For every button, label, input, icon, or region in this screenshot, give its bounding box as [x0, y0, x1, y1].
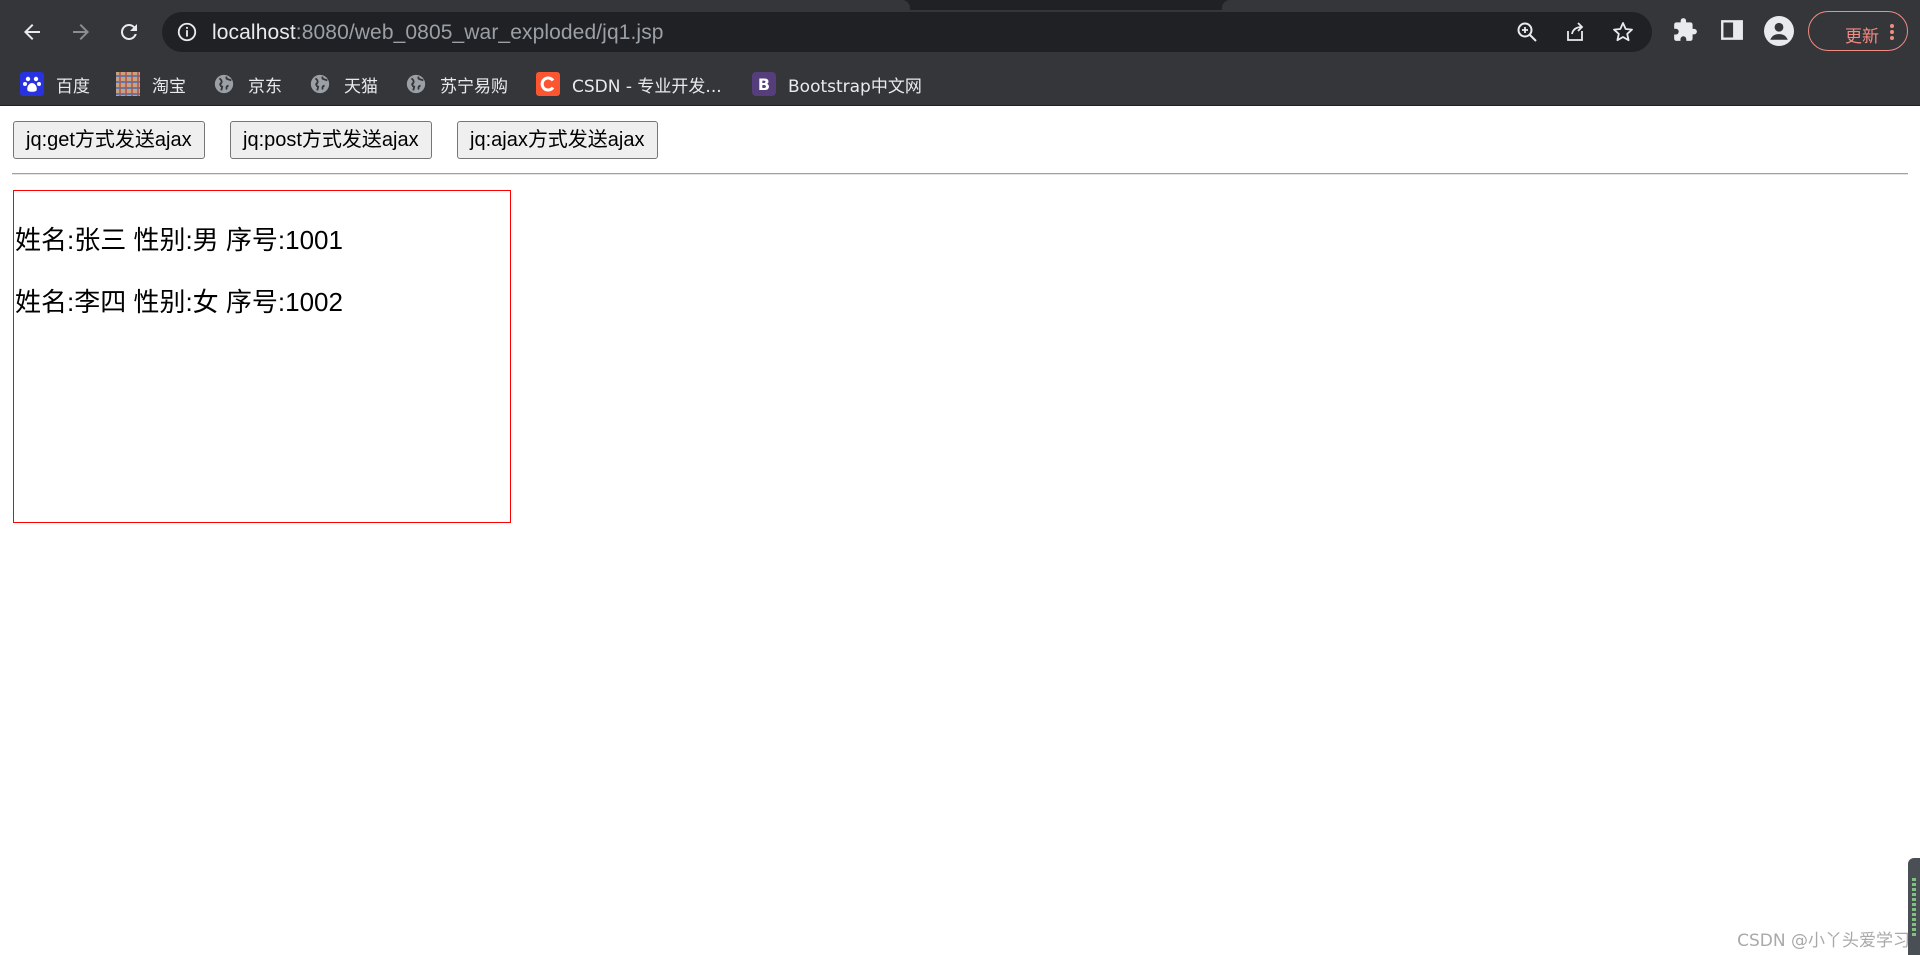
baidu-icon — [20, 72, 44, 96]
zoom-icon[interactable] — [1515, 20, 1539, 44]
bookmark-label: 淘宝 — [152, 76, 186, 97]
forward-icon — [73, 24, 89, 40]
bootstrap-icon: B — [752, 72, 776, 96]
bookmark-suning[interactable]: 苏宁易购 — [404, 71, 508, 97]
bookmark-baidu[interactable]: 百度 — [20, 71, 90, 97]
address-bar[interactable]: localhost:8080/web_0805_war_exploded/jq1… — [162, 12, 1652, 52]
back-button[interactable] — [14, 14, 50, 50]
reload-icon — [120, 23, 137, 40]
bookmark-label: Bootstrap中文网 — [788, 76, 922, 97]
result-container: 姓名:张三 性别:男 序号:1001 姓名:李四 性别:女 序号:1002 — [13, 190, 511, 523]
jq-ajax-button[interactable]: jq:ajax方式发送ajax — [457, 121, 658, 159]
bookmark-bootstrap[interactable]: B Bootstrap中文网 — [752, 71, 922, 97]
bookmark-csdn[interactable]: CSDN - 专业开发... — [536, 71, 722, 97]
svg-text:B: B — [758, 75, 770, 94]
back-icon — [24, 24, 40, 40]
bookmark-label: CSDN - 专业开发... — [572, 76, 722, 97]
globe-icon — [212, 72, 236, 96]
globe-icon — [404, 72, 428, 96]
bookmark-label: 苏宁易购 — [440, 76, 508, 97]
update-label: 更新 — [1845, 27, 1879, 47]
globe-icon — [308, 72, 332, 96]
forward-button[interactable] — [63, 14, 99, 50]
watermark: CSDN @小丫头爱学习 — [1737, 931, 1910, 951]
csdn-icon — [536, 72, 560, 96]
profile-icon — [1770, 22, 1788, 40]
jq-get-button[interactable]: jq:get方式发送ajax — [13, 121, 205, 159]
bookmark-taobao[interactable]: 淘宝 — [116, 71, 186, 97]
tab-strip — [0, 0, 1920, 10]
extensions-icon[interactable] — [1672, 17, 1698, 43]
url-text[interactable]: localhost:8080/web_0805_war_exploded/jq1… — [212, 21, 664, 45]
bookmark-jd[interactable]: 京东 — [212, 71, 282, 97]
menu-dots-icon[interactable] — [1889, 23, 1895, 41]
browser-toolbar: localhost:8080/web_0805_war_exploded/jq1… — [0, 0, 1920, 62]
star-icon[interactable] — [1611, 20, 1635, 44]
bookmark-label: 百度 — [56, 76, 90, 97]
tab-strip-right — [1222, 0, 1920, 10]
update-button[interactable]: 更新 — [1808, 11, 1908, 51]
url-path: :8080/web_0805_war_exploded/jq1.jsp — [295, 21, 664, 44]
reload-button[interactable] — [111, 14, 147, 50]
side-panel-icon[interactable] — [1719, 17, 1745, 43]
profile-avatar[interactable] — [1764, 16, 1794, 46]
result-row: 姓名:李四 性别:女 序号:1002 — [15, 287, 343, 317]
bookmark-tmall[interactable]: 天猫 — [308, 71, 378, 97]
info-icon[interactable] — [176, 21, 198, 43]
url-host: localhost — [212, 21, 296, 44]
taobao-icon — [116, 72, 140, 96]
result-row: 姓名:张三 性别:男 序号:1001 — [15, 225, 343, 255]
active-tab-edge[interactable] — [0, 0, 910, 10]
divider — [12, 173, 1908, 175]
bookmarks-bar: 百度 淘宝 京东 天猫 苏宁易购 CSDN - 专业开发... B Bootst… — [0, 62, 1920, 106]
bookmark-label: 京东 — [248, 76, 282, 97]
page-content: jq:get方式发送ajax jq:post方式发送ajax jq:ajax方式… — [0, 107, 1920, 955]
share-icon[interactable] — [1563, 20, 1587, 44]
bookmark-label: 天猫 — [344, 76, 378, 97]
jq-post-button[interactable]: jq:post方式发送ajax — [230, 121, 432, 159]
